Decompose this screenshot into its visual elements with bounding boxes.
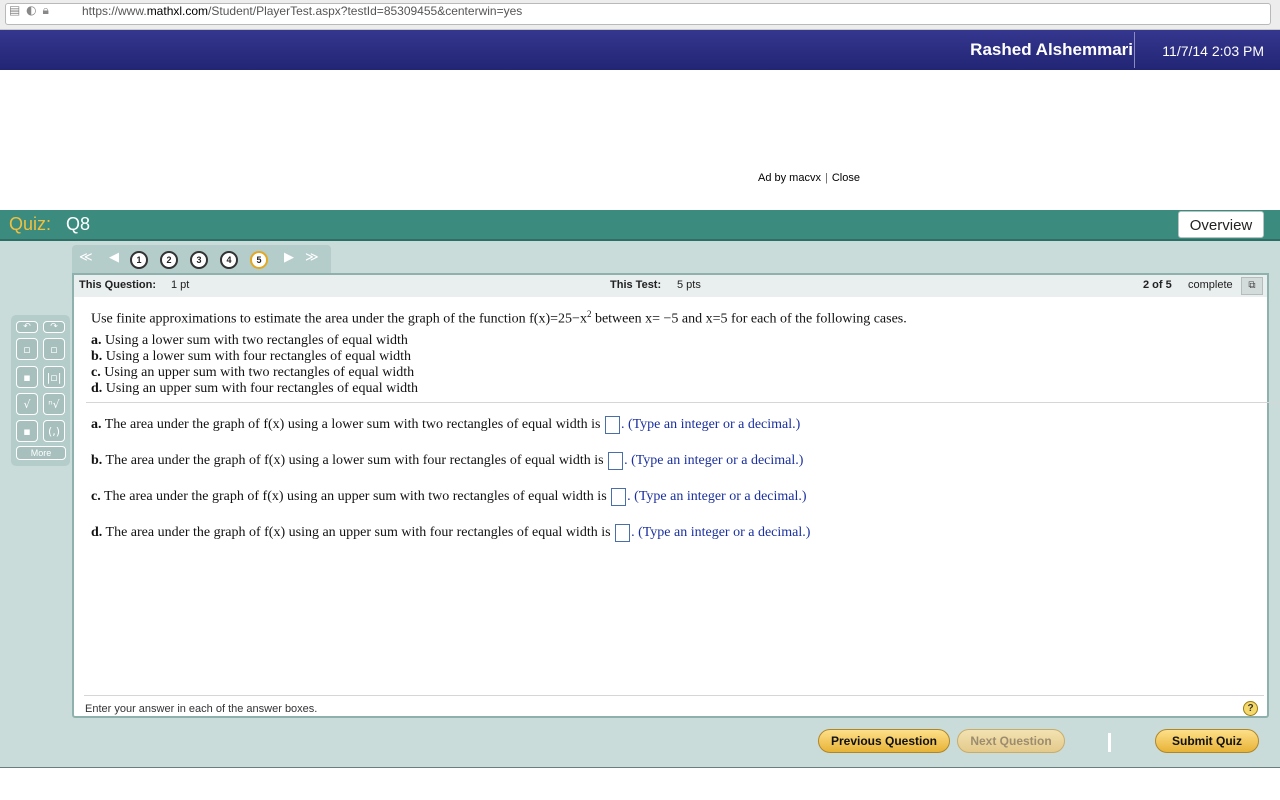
redo-icon[interactable]: ↷ xyxy=(43,321,65,333)
this-test-label: This Test: xyxy=(610,279,662,291)
bottom-divider xyxy=(0,767,1280,768)
case-a: a. Using a lower sum with two rectangles… xyxy=(91,333,408,348)
ad-close-link[interactable]: Close xyxy=(832,172,860,184)
instruction-divider xyxy=(84,695,1264,696)
last-question-icon[interactable]: ≫ xyxy=(305,250,319,265)
this-test-value: 5 pts xyxy=(677,279,701,291)
next-question-icon[interactable]: ▶ xyxy=(284,250,294,265)
case-b: b. Using a lower sum with four rectangle… xyxy=(91,349,412,364)
answer-input-c[interactable] xyxy=(611,488,627,506)
first-question-icon[interactable]: ≪ xyxy=(79,250,93,265)
answer-row-a: a. The area under the graph of f(x) usin… xyxy=(91,416,801,434)
answer-row-d: d. The area under the graph of f(x) usin… xyxy=(91,524,811,542)
answer-input-d[interactable] xyxy=(615,524,631,542)
footer-separator xyxy=(1108,733,1111,752)
quiz-name: Q8 xyxy=(66,214,91,234)
submit-quiz-button[interactable]: Submit Quiz xyxy=(1155,729,1259,753)
browser-security-icons: ▤ ◐ 🔒︎ xyxy=(9,3,50,17)
question-nav-3[interactable]: 3 xyxy=(190,251,208,269)
url-text[interactable]: https://www.mathxl.com/Student/PlayerTes… xyxy=(82,4,522,18)
next-question-button[interactable]: Next Question xyxy=(957,729,1065,753)
case-c: c. Using an upper sum with two rectangle… xyxy=(91,365,415,380)
case-d: d. Using an upper sum with four rectangl… xyxy=(91,381,419,396)
this-question-label: This Question: xyxy=(79,279,156,291)
instruction-text: Enter your answer in each of the answer … xyxy=(85,703,318,715)
answer-row-c: c. The area under the graph of f(x) usin… xyxy=(91,488,807,506)
question-nav-5[interactable]: 5 xyxy=(250,251,268,269)
question-intro: Use finite approximations to estimate th… xyxy=(91,309,907,327)
quiz-label: Quiz: xyxy=(9,214,52,234)
question-nav-1[interactable]: 1 xyxy=(130,251,148,269)
user-name: Rashed Alshemmari xyxy=(970,40,1133,59)
ad-line: Ad by macvx | Close xyxy=(758,172,860,184)
this-question-value: 1 pt xyxy=(171,279,190,291)
date-time: 11/7/14 2:03 PM xyxy=(1162,43,1264,59)
answer-input-a[interactable] xyxy=(604,416,620,434)
mixed-fraction-icon[interactable]: ▫ xyxy=(43,338,65,360)
undo-icon[interactable]: ↶ xyxy=(16,321,38,333)
question-nav-4[interactable]: 4 xyxy=(220,251,238,269)
status-bar xyxy=(74,275,1267,297)
help-icon[interactable]: ? xyxy=(1243,701,1258,716)
quiz-bar xyxy=(0,210,1280,241)
header-divider xyxy=(1134,32,1135,68)
ad-text: Ad by macvx xyxy=(758,172,821,184)
fraction-icon[interactable]: ▫ xyxy=(16,338,38,360)
progress-count: 2 of 5 xyxy=(1143,279,1172,291)
question-nav-2[interactable]: 2 xyxy=(160,251,178,269)
progress-label: complete xyxy=(1188,279,1233,291)
subscript-icon[interactable]: ▪ xyxy=(16,420,38,442)
answer-input-b[interactable] xyxy=(608,452,624,470)
expand-icon[interactable]: ⧉ xyxy=(1241,277,1263,295)
overview-button[interactable]: Overview xyxy=(1178,211,1264,238)
nth-root-icon[interactable]: ⁿ√ xyxy=(43,393,65,415)
answer-row-b: b. The area under the graph of f(x) usin… xyxy=(91,452,804,470)
square-root-icon[interactable]: √ xyxy=(16,393,38,415)
more-button[interactable]: More xyxy=(16,446,66,460)
exponent-icon[interactable]: ▪ xyxy=(16,366,38,388)
previous-question-button[interactable]: Previous Question xyxy=(818,729,950,753)
prev-question-icon[interactable]: ◀ xyxy=(109,250,119,265)
absolute-value-icon[interactable]: |▫| xyxy=(43,366,65,388)
question-divider xyxy=(86,402,1280,403)
ordered-pair-icon[interactable]: (,) xyxy=(43,420,65,442)
